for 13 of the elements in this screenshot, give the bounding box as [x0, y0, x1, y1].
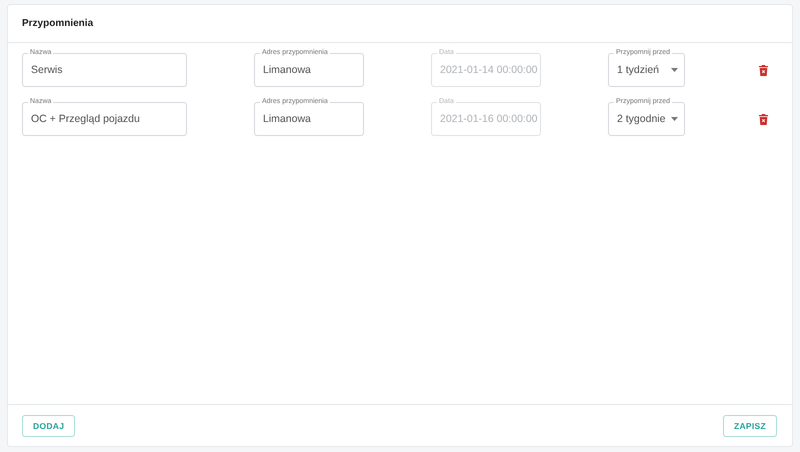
field-value: Limanowa [263, 64, 311, 76]
field-value: OC + Przegląd pojazdu [31, 113, 140, 125]
caret-icon [671, 68, 678, 72]
card-title: Przypomnienia [22, 18, 94, 29]
field-value: Limanowa [263, 113, 311, 125]
delete-icon[interactable] [759, 64, 768, 76]
field-value: 2021-01-14 00:00:00 [440, 64, 538, 76]
field-value: Serwis [31, 64, 63, 76]
field-value: 2021-01-16 00:00:00 [440, 113, 538, 125]
field-value: 1 tydzień [617, 64, 660, 76]
field-value: 2 tygodnie [617, 113, 666, 125]
delete-icon[interactable] [759, 114, 768, 124]
caret-icon [671, 117, 678, 121]
